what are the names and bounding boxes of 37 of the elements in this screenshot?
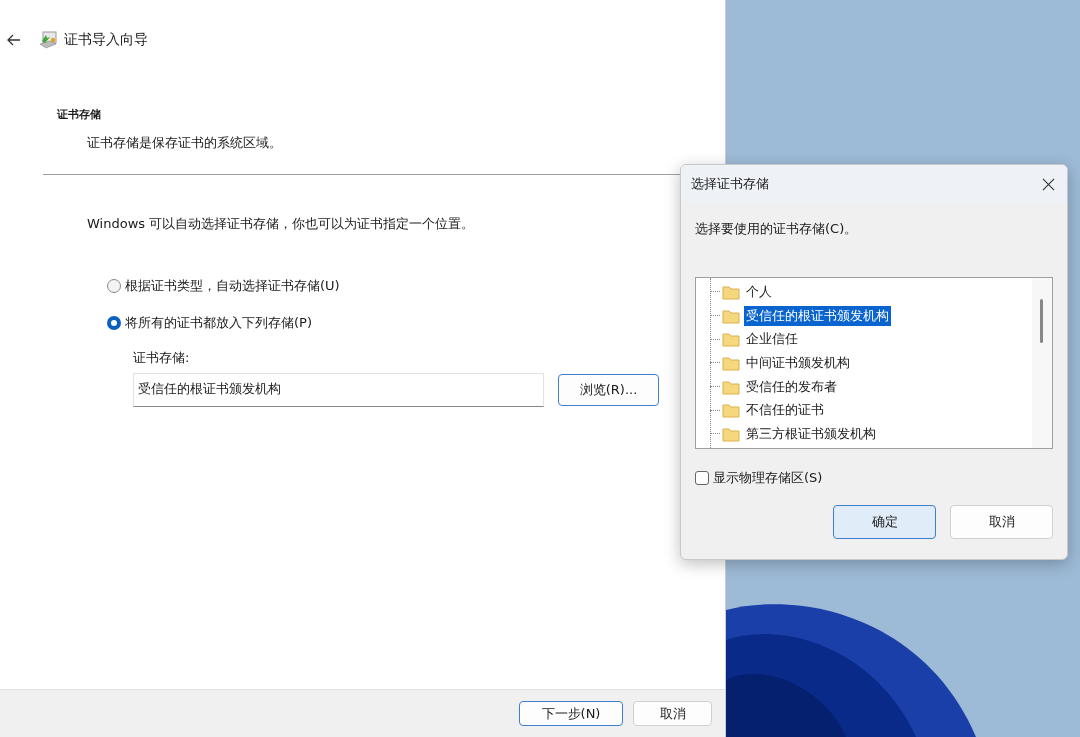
- browse-button[interactable]: 浏览(R)...: [558, 374, 659, 406]
- folder-icon: [722, 283, 740, 300]
- radio-button[interactable]: [107, 279, 121, 293]
- checkbox-option[interactable]: 显示物理存储区(S): [695, 469, 823, 487]
- wizard-button[interactable]: 取消: [633, 701, 712, 726]
- radio-button[interactable]: [107, 316, 121, 330]
- tree-item[interactable]: 企业信任: [744, 329, 800, 350]
- radio-option[interactable]: 将所有的证书都放入下列存储(P): [107, 314, 312, 332]
- tree-item[interactable]: 中间证书颁发机构: [744, 352, 852, 373]
- section-heading: 证书存储: [57, 107, 101, 122]
- folder-icon: [722, 331, 740, 348]
- tree-item[interactable]: 受信任的发布者: [744, 376, 839, 397]
- section-subheading: 证书存储是保存证书的系统区域。: [87, 134, 282, 152]
- store-field[interactable]: 受信任的根证书颁发机构: [133, 373, 544, 407]
- folder-icon: [722, 354, 740, 371]
- dialog-button[interactable]: 确定: [833, 505, 936, 539]
- tree-item[interactable]: 不信任的证书: [744, 400, 826, 421]
- prompt-text: 选择要使用的证书存储(C)。: [695, 220, 859, 238]
- checkbox[interactable]: [695, 471, 709, 485]
- certificate-icon: [38, 30, 58, 50]
- tree-item[interactable]: 个人: [744, 281, 774, 302]
- wizard-button[interactable]: 下一步(N): [519, 701, 623, 726]
- description-text: Windows 可以自动选择证书存储，你也可以为证书指定一个位置。: [87, 215, 475, 233]
- scrollbar-thumb[interactable]: [1040, 299, 1043, 343]
- back-arrow-icon[interactable]: [6, 32, 22, 48]
- tree-item[interactable]: 受信任的根证书颁发机构: [744, 305, 891, 326]
- close-icon[interactable]: [1042, 177, 1055, 191]
- folder-icon: [722, 307, 740, 324]
- folder-icon: [722, 425, 740, 442]
- tree-item[interactable]: 第三方根证书颁发机构: [744, 423, 878, 444]
- folder-icon: [722, 402, 740, 419]
- folder-icon: [722, 378, 740, 395]
- dialog-title: 选择证书存储: [691, 175, 769, 193]
- store-label: 证书存储:: [133, 349, 191, 367]
- radio-option[interactable]: 根据证书类型，自动选择证书存储(U): [107, 277, 340, 295]
- window-title: 证书导入向导: [64, 31, 148, 49]
- dialog-button[interactable]: 取消: [950, 505, 1053, 539]
